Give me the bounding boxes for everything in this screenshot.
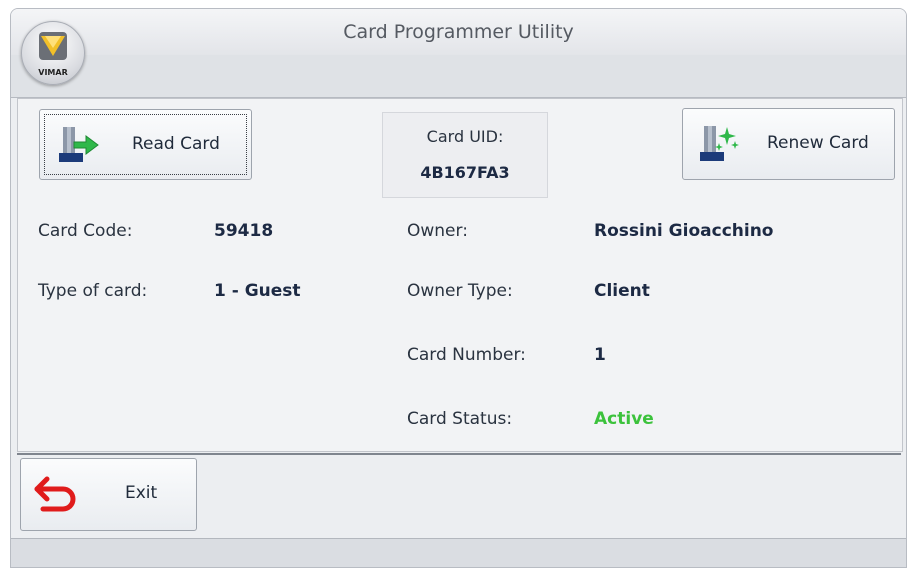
vimar-logo-icon xyxy=(37,30,69,70)
card-code-label: Card Code: xyxy=(38,221,133,241)
app-menu-button[interactable]: VIMAR xyxy=(21,21,85,85)
vimar-logo-text: VIMAR xyxy=(38,68,68,77)
owner-type-label: Owner Type: xyxy=(407,281,513,301)
exit-button[interactable]: Exit xyxy=(20,458,197,531)
card-number-label: Card Number: xyxy=(407,345,526,365)
status-bar xyxy=(11,538,906,567)
owner-type-value: Client xyxy=(594,281,650,301)
renew-card-button[interactable]: Renew Card xyxy=(682,108,895,180)
card-status-value: Active xyxy=(594,409,654,429)
card-uid-value: 4B167FA3 xyxy=(420,163,510,182)
type-of-card-label: Type of card: xyxy=(38,281,148,301)
card-uid-box: Card UID: 4B167FA3 xyxy=(382,112,548,198)
owner-label: Owner: xyxy=(407,221,468,241)
title-bar: Card Programmer Utility xyxy=(11,9,906,56)
owner-value: Rossini Gioacchino xyxy=(594,221,774,241)
window-title: Card Programmer Utility xyxy=(343,21,574,43)
card-details-panel: Read Card Card UID: 4B167FA3 Renew Card … xyxy=(17,98,903,452)
renew-card-icon xyxy=(697,123,741,167)
card-status-label: Card Status: xyxy=(407,409,513,429)
app-window: Card Programmer Utility VIMAR Read Card … xyxy=(10,8,907,568)
read-card-label: Read Card xyxy=(132,134,220,154)
read-card-button[interactable]: Read Card xyxy=(39,109,252,180)
exit-arrow-icon xyxy=(33,475,77,517)
read-card-icon xyxy=(56,124,100,168)
renew-card-label: Renew Card xyxy=(767,133,869,153)
type-of-card-value: 1 - Guest xyxy=(214,281,301,301)
footer-bar: Exit xyxy=(17,453,901,539)
card-number-value: 1 xyxy=(594,345,606,365)
exit-label: Exit xyxy=(125,483,158,503)
ribbon-bar xyxy=(11,55,906,98)
card-uid-label: Card UID: xyxy=(426,127,504,146)
card-code-value: 59418 xyxy=(214,221,274,241)
